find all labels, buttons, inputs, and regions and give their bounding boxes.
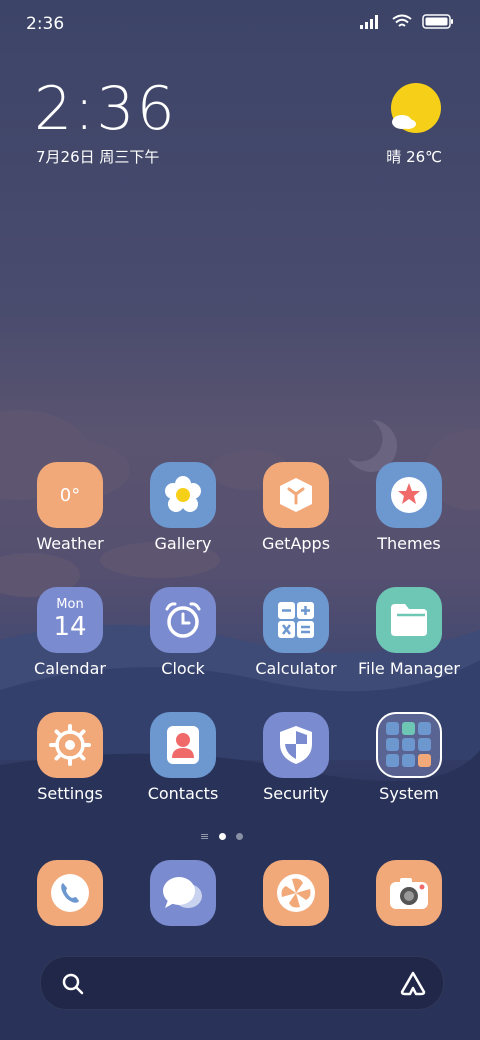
- app-getapps[interactable]: GetApps: [241, 462, 351, 553]
- app-weather[interactable]: 0° Weather: [15, 462, 125, 553]
- assistant-icon[interactable]: [399, 970, 427, 996]
- app-calculator[interactable]: Calculator: [241, 587, 351, 678]
- phone-icon: [51, 874, 89, 912]
- browser-icon: [277, 874, 315, 912]
- dock-camera[interactable]: [376, 860, 442, 926]
- dock-messages[interactable]: [150, 860, 216, 926]
- box-icon: [280, 478, 312, 512]
- app-contacts[interactable]: Contacts: [128, 712, 238, 803]
- shield-icon: [280, 726, 312, 764]
- app-label: Settings: [37, 784, 103, 803]
- calculator-icon: [263, 587, 329, 653]
- widget-weather: 晴 26℃: [386, 148, 442, 166]
- app-label: Clock: [161, 659, 205, 678]
- app-label: File Manager: [358, 659, 460, 678]
- folder-icon: [376, 587, 442, 653]
- battery-icon: [422, 14, 453, 29]
- app-label: Calendar: [34, 659, 106, 678]
- app-label: Weather: [36, 534, 104, 553]
- dock-phone[interactable]: [37, 860, 103, 926]
- app-clock[interactable]: Clock: [128, 587, 238, 678]
- app-label: GetApps: [261, 534, 331, 553]
- app-label: System: [379, 784, 439, 803]
- widget-clock-time[interactable]: 2:36: [34, 74, 177, 144]
- app-label: Gallery: [154, 534, 212, 553]
- themes-icon: [376, 462, 442, 528]
- flower-icon: [165, 476, 201, 512]
- signal-icon: [360, 14, 378, 29]
- search-bar[interactable]: [40, 956, 444, 1010]
- calendar-icon: Mon 14: [37, 587, 103, 653]
- app-themes[interactable]: Themes: [354, 462, 464, 553]
- app-label: Contacts: [147, 784, 219, 803]
- menu-lines-icon: ≡: [200, 830, 210, 843]
- calendar-icon-date: 14: [53, 612, 87, 642]
- getapps-icon: [263, 462, 329, 528]
- dock-browser[interactable]: [263, 860, 329, 926]
- app-system-folder[interactable]: System: [354, 712, 464, 803]
- page-indicator[interactable]: ≡: [200, 830, 244, 843]
- status-icons: [360, 14, 454, 29]
- security-icon: [263, 712, 329, 778]
- wifi-icon: [392, 14, 412, 27]
- sun-cloud-icon[interactable]: [388, 82, 444, 138]
- app-label: Themes: [377, 534, 441, 553]
- person-card-icon: [167, 726, 199, 764]
- folder-shape-icon: [391, 604, 427, 636]
- settings-icon: [37, 712, 103, 778]
- gallery-icon: [150, 462, 216, 528]
- folder-grid-icon: [386, 722, 431, 767]
- contacts-icon: [150, 712, 216, 778]
- camera-icon: [390, 878, 428, 909]
- calc-grid-icon: [278, 602, 314, 638]
- status-time: 2:36: [26, 14, 65, 34]
- page-dot: [236, 833, 244, 840]
- weather-icon-text: 0°: [59, 484, 81, 506]
- app-gallery[interactable]: Gallery: [128, 462, 238, 553]
- clock-icon: [150, 587, 216, 653]
- alarm-clock-icon: [165, 602, 201, 638]
- calendar-icon-day: Mon: [56, 597, 84, 612]
- search-icon[interactable]: [61, 972, 85, 996]
- star-icon: [391, 477, 427, 513]
- weather-icon: 0°: [37, 462, 103, 528]
- page-dot-active: [219, 833, 227, 840]
- app-calendar[interactable]: Mon 14 Calendar: [15, 587, 125, 678]
- app-label: Calculator: [255, 659, 337, 678]
- app-file-manager[interactable]: File Manager: [354, 587, 464, 678]
- app-label: Security: [263, 784, 329, 803]
- system-folder-icon: [376, 712, 442, 778]
- app-security[interactable]: Security: [241, 712, 351, 803]
- app-settings[interactable]: Settings: [15, 712, 125, 803]
- messages-icon: [163, 877, 202, 908]
- gear-icon: [49, 724, 91, 766]
- widget-date: 7月26日 周三下午: [36, 148, 160, 166]
